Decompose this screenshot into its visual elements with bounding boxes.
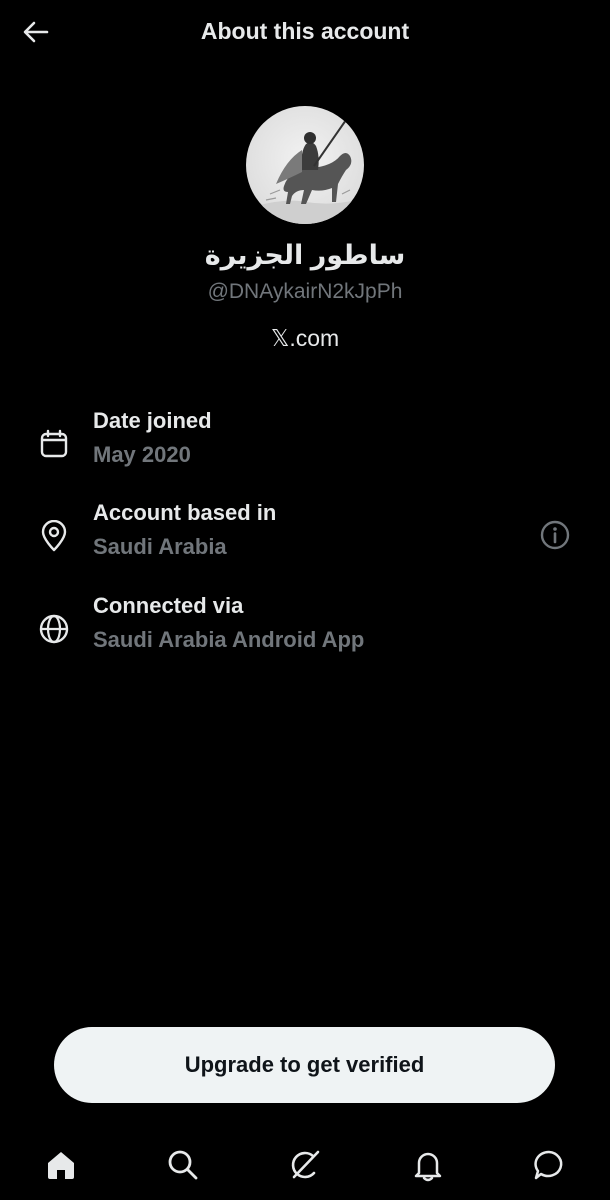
messages-icon <box>534 1150 563 1180</box>
globe-icon <box>36 611 72 647</box>
info-icon <box>540 520 570 550</box>
platform-label: 𝕏.com <box>270 325 340 351</box>
nav-home[interactable] <box>36 1140 86 1190</box>
nav-notifications[interactable] <box>403 1140 453 1190</box>
date-joined-label: Date joined <box>93 408 212 433</box>
upgrade-verified-button[interactable]: Upgrade to get verified <box>54 1027 555 1103</box>
nav-messages[interactable] <box>524 1140 574 1190</box>
search-icon <box>168 1150 198 1180</box>
location-info-button[interactable] <box>535 515 575 555</box>
connected-via-row: Connected via Saudi Arabia Android App <box>0 593 610 663</box>
connected-via-value: Saudi Arabia Android App <box>93 627 365 652</box>
grok-icon <box>291 1150 320 1179</box>
top-bar: About this account <box>0 0 610 66</box>
nav-grok[interactable] <box>280 1140 330 1190</box>
account-based-in-label: Account based in <box>93 500 277 525</box>
home-icon <box>48 1152 74 1179</box>
bottom-navigation <box>0 1130 610 1200</box>
avatar <box>246 106 364 224</box>
username-handle: @DNAykairN2kJpPh <box>207 280 403 303</box>
page-title: About this account <box>200 18 410 44</box>
about-account-screen: About this account ساطور الجزيرة @DNAyka… <box>0 0 610 1200</box>
nav-search[interactable] <box>158 1140 208 1190</box>
connected-via-label: Connected via <box>93 593 244 618</box>
location-pin-icon <box>36 518 72 554</box>
date-joined-row: Date joined May 2020 <box>0 408 610 478</box>
account-based-in-row: Account based in Saudi Arabia <box>0 500 610 570</box>
date-joined-value: May 2020 <box>93 442 191 467</box>
account-based-in-value: Saudi Arabia <box>93 534 227 559</box>
calendar-icon <box>36 426 72 462</box>
notifications-bell-icon <box>414 1152 442 1182</box>
horseman-illustration <box>256 114 356 224</box>
display-name: ساطور الجزيرة <box>204 240 406 270</box>
